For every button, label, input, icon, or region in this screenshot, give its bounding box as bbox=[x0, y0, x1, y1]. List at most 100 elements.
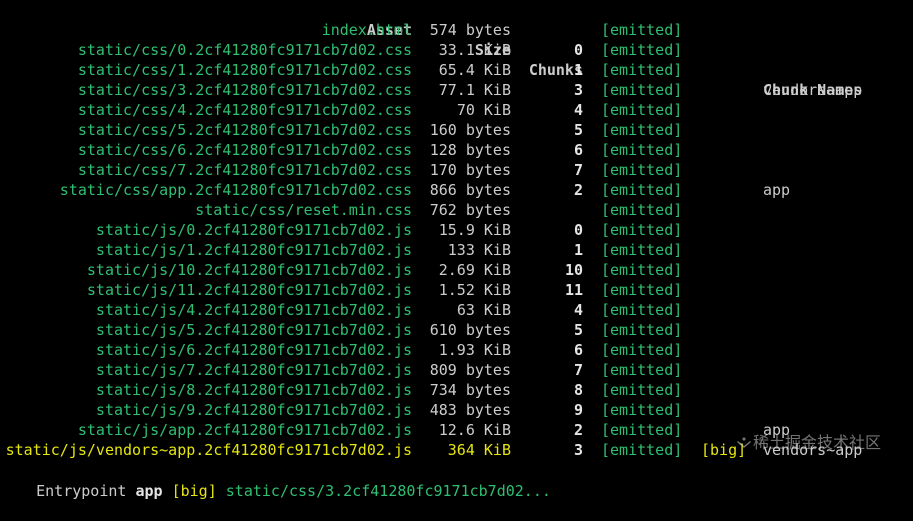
asset-chunk-id: 8 bbox=[573, 381, 583, 399]
juejin-logo-icon bbox=[737, 437, 751, 448]
asset-chunk-id: 5 bbox=[573, 121, 583, 139]
table-row: static/js/10.2cf41280fc9171cb7d02.js 2.69… bbox=[0, 260, 913, 280]
entrypoint-css-file: static/css/3.2cf41280fc9171cb7d02... bbox=[225, 482, 551, 500]
asset-size: 574 bytes bbox=[429, 21, 511, 39]
entrypoint-big-tag: [big] bbox=[162, 482, 226, 500]
table-row: static/js/9.2cf41280fc9171cb7d02.js 483 b… bbox=[0, 400, 913, 420]
emitted-status: [emitted] bbox=[601, 81, 683, 99]
emitted-status: [emitted] bbox=[601, 201, 683, 219]
table-row: static/css/app.2cf41280fc9171cb7d02.css 8… bbox=[0, 180, 913, 200]
watermark-text: 稀土掘金技术社区 bbox=[753, 433, 882, 452]
emitted-status: [emitted] bbox=[601, 301, 683, 319]
emitted-status: [emitted] bbox=[601, 181, 683, 199]
emitted-status: [emitted] bbox=[601, 161, 683, 179]
asset-name: static/css/reset.min.css bbox=[195, 201, 412, 219]
emitted-status: [emitted] bbox=[601, 361, 683, 379]
asset-name: static/css/4.2cf41280fc9171cb7d02.css bbox=[77, 101, 412, 119]
emitted-status: [emitted] bbox=[601, 241, 683, 259]
asset-chunk-id: 7 bbox=[573, 161, 583, 179]
asset-chunk-id: 5 bbox=[573, 321, 583, 339]
table-row: static/js/11.2cf41280fc9171cb7d02.js 1.52… bbox=[0, 280, 913, 300]
chunk-name: app bbox=[763, 181, 791, 199]
asset-size: 809 bytes bbox=[429, 361, 511, 379]
asset-name: static/js/app.2cf41280fc9171cb7d02.js bbox=[77, 421, 412, 439]
asset-chunk-id: 4 bbox=[573, 101, 583, 119]
asset-name: static/js/6.2cf41280fc9171cb7d02.js bbox=[95, 341, 412, 359]
asset-name: static/js/9.2cf41280fc9171cb7d02.js bbox=[95, 401, 412, 419]
asset-chunk-id: 0 bbox=[573, 41, 583, 59]
asset-size: 866 bytes bbox=[429, 181, 511, 199]
asset-size: 734 bytes bbox=[429, 381, 511, 399]
emitted-status: [emitted] bbox=[601, 381, 683, 399]
asset-size: 12.6 KiB bbox=[438, 421, 511, 439]
entrypoint-lead: Entrypoint bbox=[36, 482, 136, 500]
asset-chunk-id: 11 bbox=[564, 281, 583, 299]
asset-chunk-id: 2 bbox=[573, 421, 583, 439]
entrypoint-name: app bbox=[135, 482, 163, 500]
asset-name: static/js/10.2cf41280fc9171cb7d02.js bbox=[86, 261, 412, 279]
asset-size: 128 bytes bbox=[429, 141, 511, 159]
asset-chunk-id: 4 bbox=[573, 301, 583, 319]
asset-size: 762 bytes bbox=[429, 201, 511, 219]
emitted-status: [emitted] bbox=[601, 281, 683, 299]
asset-name: static/js/8.2cf41280fc9171cb7d02.js bbox=[95, 381, 412, 399]
emitted-status: [emitted] bbox=[601, 321, 683, 339]
terminal-output: Asset Size Chunks Chunk Names index.html… bbox=[0, 0, 913, 500]
emitted-status: [emitted] bbox=[601, 41, 683, 59]
emitted-status: [emitted] bbox=[601, 141, 683, 159]
asset-name: static/css/1.2cf41280fc9171cb7d02.css bbox=[77, 61, 412, 79]
asset-size: 77.1 KiB bbox=[438, 81, 511, 99]
asset-chunk-id: 3 bbox=[573, 81, 583, 99]
asset-chunk-id: 6 bbox=[573, 141, 583, 159]
asset-chunk-id: 7 bbox=[573, 361, 583, 379]
table-row: static/css/4.2cf41280fc9171cb7d02.css 70 … bbox=[0, 100, 913, 120]
asset-name: static/css/app.2cf41280fc9171cb7d02.css bbox=[59, 181, 412, 199]
table-row: static/css/1.2cf41280fc9171cb7d02.css 65.… bbox=[0, 60, 913, 80]
asset-name: static/js/11.2cf41280fc9171cb7d02.js bbox=[86, 281, 412, 299]
asset-chunk-id: 10 bbox=[564, 261, 583, 279]
asset-size: 70 KiB bbox=[456, 101, 511, 119]
entrypoint-line-partial: Entrypoint app [big] static/css/3.2cf412… bbox=[0, 461, 913, 500]
asset-chunk-id: 9 bbox=[573, 401, 583, 419]
asset-size: 1.93 KiB bbox=[438, 341, 511, 359]
asset-name: static/js/0.2cf41280fc9171cb7d02.js bbox=[95, 221, 412, 239]
table-row: static/js/6.2cf41280fc9171cb7d02.js 1.93 … bbox=[0, 340, 913, 360]
emitted-status: [emitted] bbox=[601, 261, 683, 279]
table-row: static/js/4.2cf41280fc9171cb7d02.js 63 Ki… bbox=[0, 300, 913, 320]
emitted-status: [emitted] bbox=[601, 61, 683, 79]
asset-chunk-id: 0 bbox=[573, 221, 583, 239]
asset-size: 33.1 KiB bbox=[438, 41, 511, 59]
emitted-status: [emitted] bbox=[601, 421, 683, 439]
asset-size: 483 bytes bbox=[429, 401, 511, 419]
asset-name: static/js/vendors~app.2cf41280fc9171cb7d… bbox=[5, 441, 412, 459]
asset-name: static/css/7.2cf41280fc9171cb7d02.css bbox=[77, 161, 412, 179]
table-row: static/css/3.2cf41280fc9171cb7d02.css 77.… bbox=[0, 80, 913, 100]
emitted-status: [emitted] bbox=[601, 221, 683, 239]
asset-size: 65.4 KiB bbox=[438, 61, 511, 79]
table-row: static/css/reset.min.css 762 bytes [emitte… bbox=[0, 200, 913, 220]
asset-name: static/css/6.2cf41280fc9171cb7d02.css bbox=[77, 141, 412, 159]
asset-name: static/css/3.2cf41280fc9171cb7d02.css bbox=[77, 81, 412, 99]
asset-chunk-id: 1 bbox=[573, 241, 583, 259]
asset-size: 170 bytes bbox=[429, 161, 511, 179]
asset-chunk-id: 1 bbox=[573, 61, 583, 79]
asset-size: 15.9 KiB bbox=[438, 221, 511, 239]
asset-name: static/js/1.2cf41280fc9171cb7d02.js bbox=[95, 241, 412, 259]
table-row: static/js/8.2cf41280fc9171cb7d02.js 734 b… bbox=[0, 380, 913, 400]
asset-name: static/js/5.2cf41280fc9171cb7d02.js bbox=[95, 321, 412, 339]
table-row: index.html 574 bytes [emitted] bbox=[0, 20, 913, 40]
emitted-status: [emitted] bbox=[601, 21, 683, 39]
asset-name: static/js/7.2cf41280fc9171cb7d02.js bbox=[95, 361, 412, 379]
emitted-status: [emitted] bbox=[601, 121, 683, 139]
asset-size: 610 bytes bbox=[429, 321, 511, 339]
asset-chunk-id: 3 bbox=[573, 441, 583, 459]
table-row: static/css/6.2cf41280fc9171cb7d02.css 128… bbox=[0, 140, 913, 160]
asset-size: 2.69 KiB bbox=[438, 261, 511, 279]
asset-name: index.html bbox=[321, 21, 412, 39]
table-row: static/js/5.2cf41280fc9171cb7d02.js 610 b… bbox=[0, 320, 913, 340]
table-row: static/css/7.2cf41280fc9171cb7d02.css 170… bbox=[0, 160, 913, 180]
asset-chunk-id: 2 bbox=[573, 181, 583, 199]
emitted-status: [emitted] bbox=[601, 401, 683, 419]
asset-chunk-id: 6 bbox=[573, 341, 583, 359]
table-row: static/js/0.2cf41280fc9171cb7d02.js 15.9 … bbox=[0, 220, 913, 240]
